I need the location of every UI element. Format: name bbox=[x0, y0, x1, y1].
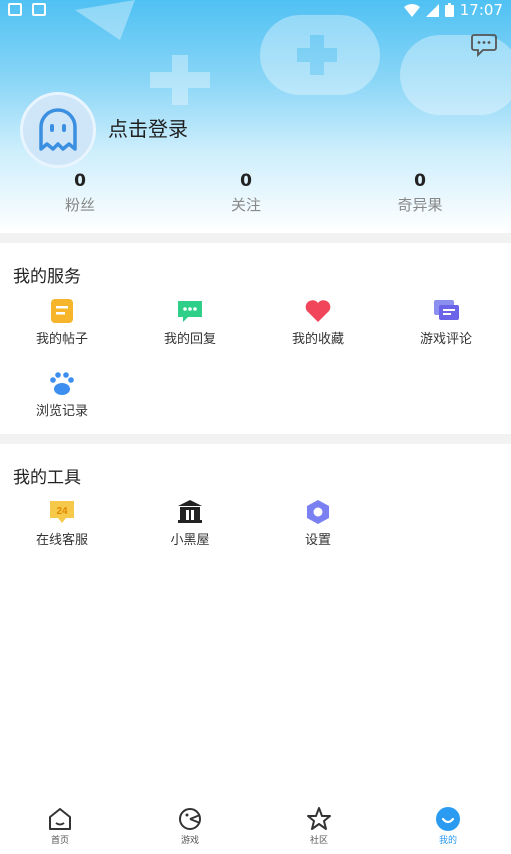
section-divider bbox=[0, 434, 511, 444]
battery-icon bbox=[444, 3, 454, 17]
service-my-replies[interactable]: 我的回复 bbox=[140, 296, 240, 348]
status-time: 17:07 bbox=[459, 1, 503, 19]
home-icon bbox=[49, 808, 71, 830]
tool-label: 在线客服 bbox=[35, 533, 88, 548]
tool-settings[interactable]: 设置 bbox=[268, 497, 368, 549]
section-divider bbox=[0, 233, 511, 243]
stat-label: 粉丝 bbox=[64, 196, 95, 214]
heart-icon bbox=[305, 300, 331, 322]
star-icon bbox=[307, 807, 331, 830]
wifi-icon bbox=[403, 3, 420, 17]
cross-decoration-icon bbox=[150, 55, 210, 105]
download-notification-icon bbox=[32, 3, 46, 16]
post-icon bbox=[51, 299, 73, 323]
avatar[interactable] bbox=[20, 92, 96, 168]
tools-title: 我的工具 bbox=[13, 468, 81, 488]
tool-label: 小黑屋 bbox=[170, 533, 210, 548]
service-my-favorites[interactable]: 我的收藏 bbox=[268, 296, 368, 348]
support-badge-text: 24 bbox=[56, 506, 68, 517]
reply-icon bbox=[178, 301, 202, 322]
tool-online-support[interactable]: 24 在线客服 bbox=[12, 497, 112, 549]
service-my-posts[interactable]: 我的帖子 bbox=[12, 296, 112, 348]
tab-mine[interactable]: 我的 bbox=[408, 806, 488, 846]
tab-home[interactable]: 首页 bbox=[20, 806, 100, 846]
stat-value: 0 bbox=[414, 171, 426, 191]
stat-label: 关注 bbox=[230, 196, 261, 214]
tab-community[interactable]: 社区 bbox=[279, 806, 359, 846]
support-24-icon: 24 bbox=[50, 501, 74, 523]
paw-icon bbox=[50, 372, 74, 395]
login-prompt[interactable]: 点击登录 bbox=[108, 113, 188, 142]
stat-following[interactable]: 0 关注 bbox=[186, 170, 306, 216]
game-icon bbox=[179, 808, 201, 830]
ghost-avatar-icon bbox=[39, 108, 77, 151]
image-notification-icon bbox=[8, 3, 22, 16]
profile-header: 17:07 点击登录 0 粉丝 0 关注 0 奇异果 bbox=[0, 0, 511, 232]
service-label: 游戏评论 bbox=[419, 332, 472, 347]
tab-label: 首页 bbox=[50, 836, 69, 846]
profile-icon bbox=[436, 807, 460, 831]
tool-blackroom[interactable]: 小黑屋 bbox=[140, 497, 240, 549]
stat-followers[interactable]: 0 粉丝 bbox=[20, 170, 140, 216]
status-bar: 17:07 bbox=[0, 0, 511, 22]
stat-value: 0 bbox=[74, 171, 86, 191]
tab-label: 游戏 bbox=[180, 836, 199, 846]
service-label: 我的收藏 bbox=[291, 332, 344, 347]
stat-value: 0 bbox=[240, 171, 252, 191]
settings-icon bbox=[307, 500, 329, 524]
service-label: 浏览记录 bbox=[35, 404, 88, 419]
service-browse-history[interactable]: 浏览记录 bbox=[12, 368, 112, 420]
stats-row: 0 粉丝 0 关注 0 奇异果 bbox=[0, 170, 511, 220]
tab-label: 我的 bbox=[438, 836, 457, 846]
message-icon[interactable] bbox=[471, 33, 497, 57]
signal-icon bbox=[425, 3, 439, 17]
tool-label: 设置 bbox=[304, 533, 331, 548]
service-game-reviews[interactable]: 游戏评论 bbox=[396, 296, 496, 348]
tab-label: 社区 bbox=[309, 836, 328, 846]
service-label: 我的回复 bbox=[163, 332, 216, 347]
service-label: 我的帖子 bbox=[35, 332, 88, 347]
stat-label: 奇异果 bbox=[397, 196, 443, 214]
stat-kiwi[interactable]: 0 奇异果 bbox=[360, 170, 480, 216]
bottom-tab-bar: 首页 游戏 社区 我的 bbox=[0, 800, 511, 854]
services-title: 我的服务 bbox=[13, 267, 81, 287]
tab-games[interactable]: 游戏 bbox=[150, 806, 230, 846]
jail-icon bbox=[178, 500, 202, 523]
comment-icon bbox=[434, 300, 459, 320]
